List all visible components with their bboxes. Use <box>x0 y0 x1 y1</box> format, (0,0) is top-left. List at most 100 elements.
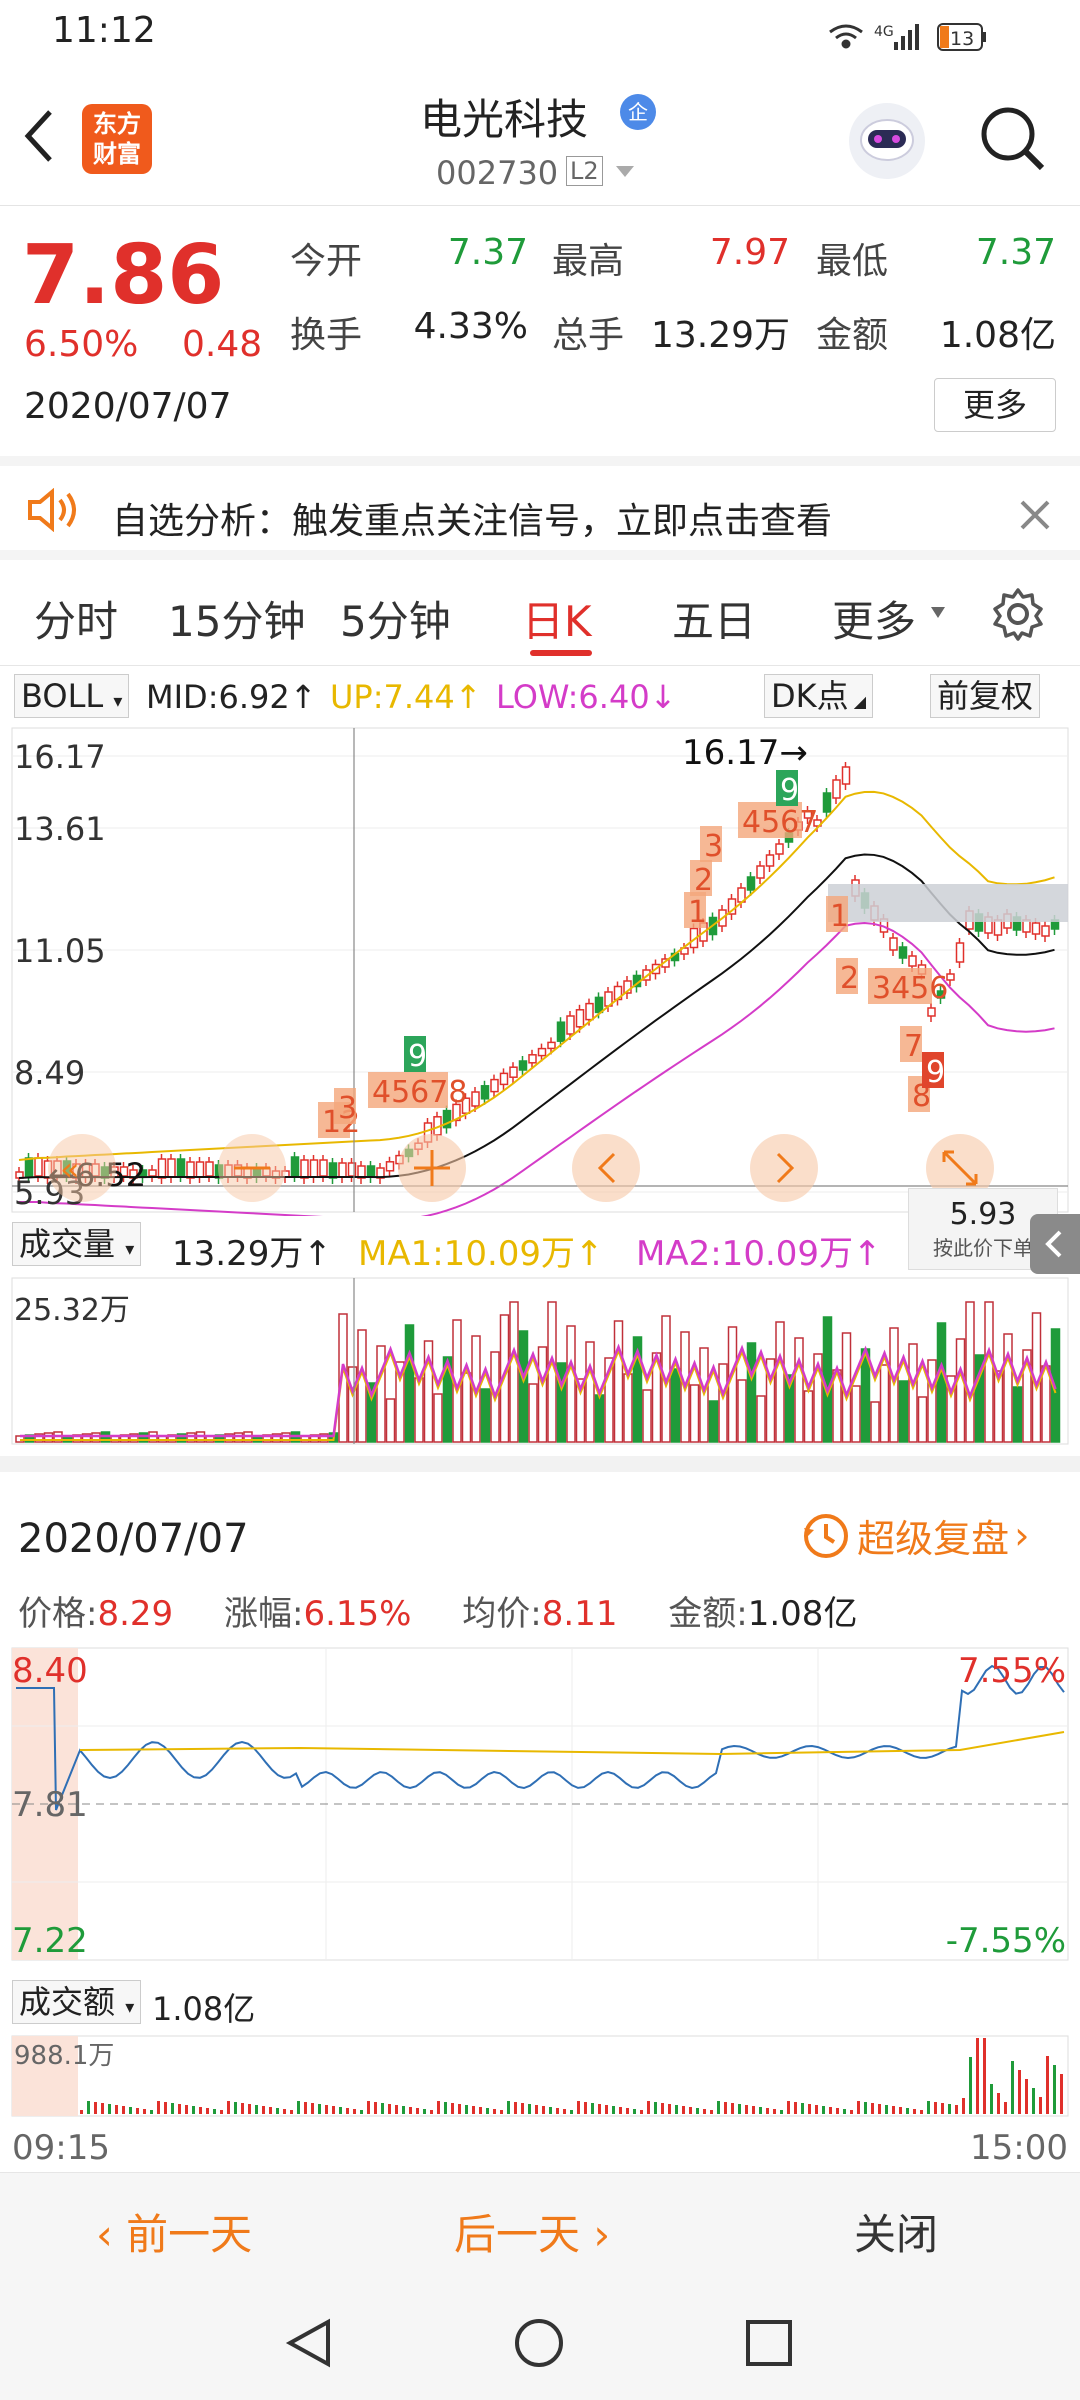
tab-active-underline <box>530 650 592 656</box>
amount-bar <box>164 2102 167 2114</box>
candle-body <box>499 1072 509 1086</box>
amount-bar <box>703 2109 706 2114</box>
tab-more[interactable]: 更多 <box>832 588 916 649</box>
intraday-chart[interactable]: 8.40 7.81 7.22 7.55% -7.55% <box>0 1640 1080 1970</box>
dk-label: DK点 <box>771 677 849 715</box>
amount-bar <box>472 2106 475 2114</box>
tab-intraday[interactable]: 分时 <box>34 588 118 649</box>
amount-bar <box>584 2102 587 2114</box>
volume-bar <box>917 1396 928 1443</box>
td-label: 45678 <box>372 1075 467 1110</box>
volume-indicator-select[interactable]: 成交量 ▾ <box>12 1222 142 1266</box>
volume-bar <box>936 1322 947 1443</box>
candle-body <box>1041 925 1050 937</box>
amount-bar <box>871 2103 874 2114</box>
price-value: 8.29 <box>97 1594 174 1634</box>
amount-bar <box>234 2102 237 2114</box>
amount-bar <box>311 2103 314 2114</box>
volume-bar <box>803 1390 814 1443</box>
candle-body <box>290 1156 300 1177</box>
pct-bottom-label: -7.55% <box>946 1921 1066 1961</box>
candle-body <box>832 779 841 799</box>
dk-points-button[interactable]: DK点 ◢ <box>764 674 874 718</box>
tab-five-day[interactable]: 五日 <box>672 588 756 649</box>
back-icon[interactable] <box>18 106 58 166</box>
more-button[interactable]: 更多 <box>934 378 1056 432</box>
analysis-banner[interactable]: 自选分析：触发重点关注信号，立即点击查看 <box>0 456 1080 560</box>
search-icon[interactable] <box>976 102 1048 174</box>
robot-assistant-icon[interactable] <box>846 100 928 182</box>
candle-body <box>480 1085 490 1100</box>
amount-bar <box>549 2107 552 2114</box>
volume-bar <box>718 1363 728 1443</box>
indicator-select[interactable]: BOLL ▾ <box>14 674 130 718</box>
amount-bar <box>598 2104 601 2114</box>
quote-field-value: 13.29万 <box>650 315 790 356</box>
super-replay-link[interactable]: 超级复盘 › <box>800 1508 1029 1563</box>
amount-bar <box>885 2105 888 2114</box>
next-day-button[interactable]: 后一天 › <box>454 2201 610 2262</box>
candle-body <box>908 955 917 967</box>
adjust-button[interactable]: 前复权 <box>930 674 1041 718</box>
amount-bar <box>941 2103 944 2114</box>
amount-bar <box>969 2057 972 2114</box>
gear-icon[interactable] <box>990 586 1046 642</box>
close-icon[interactable] <box>1018 498 1052 532</box>
amount-bar <box>766 2108 769 2114</box>
amount-bar <box>395 2105 398 2114</box>
app-logo[interactable]: 东方 财富 <box>82 104 152 174</box>
y-bottom-label: 7.22 <box>12 1921 88 1961</box>
price-label: 价格: <box>18 1594 98 1634</box>
recents-square-icon[interactable] <box>742 2316 796 2370</box>
volume-bar <box>746 1342 757 1443</box>
volume-bar <box>385 1398 396 1443</box>
pct-value: 6.15% <box>303 1594 412 1634</box>
candle-body <box>167 1158 176 1178</box>
amount-bar <box>381 2103 384 2114</box>
amount-bar <box>752 2106 755 2114</box>
tab-15min[interactable]: 15分钟 <box>168 588 305 649</box>
amount-bar <box>843 2109 846 2114</box>
quote-panel: 7.86 6.50% 0.48 2020/07/07 今开 7.37 最高 7.97 最… <box>0 206 1080 456</box>
chevron-down-icon[interactable] <box>614 164 636 180</box>
kline-indicator-row: BOLL ▾ MID:6.92↑ UP:7.44↑ LOW:6.40↓ DK点 … <box>0 666 1080 726</box>
amount-indicator-select[interactable]: 成交额 ▾ <box>12 1980 142 2024</box>
amount-bar <box>661 2103 664 2114</box>
volume-indicator-label: 成交量 <box>19 1225 116 1263</box>
amount-bar <box>185 2105 188 2114</box>
prev-day-button[interactable]: ‹ 前一天 <box>96 2201 252 2262</box>
quote-field-value: 7.97 <box>709 232 790 273</box>
amount-bar <box>563 2109 566 2114</box>
pct-label: 涨幅: <box>223 1594 304 1634</box>
amount-bar <box>738 2104 741 2114</box>
amount-bar <box>892 2106 895 2114</box>
amount-bar <box>850 2110 853 2114</box>
tab-5min[interactable]: 5分钟 <box>340 588 451 649</box>
amount-bar <box>157 2101 160 2114</box>
y-label: 8.49 <box>14 1054 85 1092</box>
side-drawer-toggle[interactable] <box>1030 1214 1080 1274</box>
day-navigation: ‹ 前一天 后一天 › 关闭 <box>0 2172 1080 2282</box>
td-label: 3456 <box>872 971 948 1006</box>
home-circle-icon[interactable] <box>512 2316 566 2370</box>
quote-field-value: 7.37 <box>447 232 528 273</box>
candle-body <box>366 1165 376 1178</box>
kline-chart[interactable]: 12345678912345679123456789 16.17 13.61 1… <box>0 726 1080 1216</box>
candle-body <box>518 1060 528 1071</box>
candle-body <box>157 1158 167 1179</box>
pct-top-label: 7.55% <box>958 1651 1066 1691</box>
chevron-left-icon <box>1045 1230 1062 1258</box>
back-triangle-icon[interactable] <box>282 2316 336 2370</box>
td-label: 3 <box>338 1091 357 1126</box>
amount-bar <box>269 2107 272 2114</box>
tab-daily-k[interactable]: 日K <box>522 588 592 649</box>
amount-bar <box>171 2103 174 2114</box>
volume-bar <box>708 1400 719 1443</box>
amount-bar <box>514 2102 517 2114</box>
amount-bar <box>304 2102 307 2114</box>
td-label: 2 <box>694 863 713 898</box>
quote-field-value: 1.08亿 <box>939 315 1056 356</box>
candle-body <box>148 1169 157 1177</box>
close-button[interactable]: 关闭 <box>854 2201 938 2262</box>
amount-bar <box>577 2101 580 2114</box>
